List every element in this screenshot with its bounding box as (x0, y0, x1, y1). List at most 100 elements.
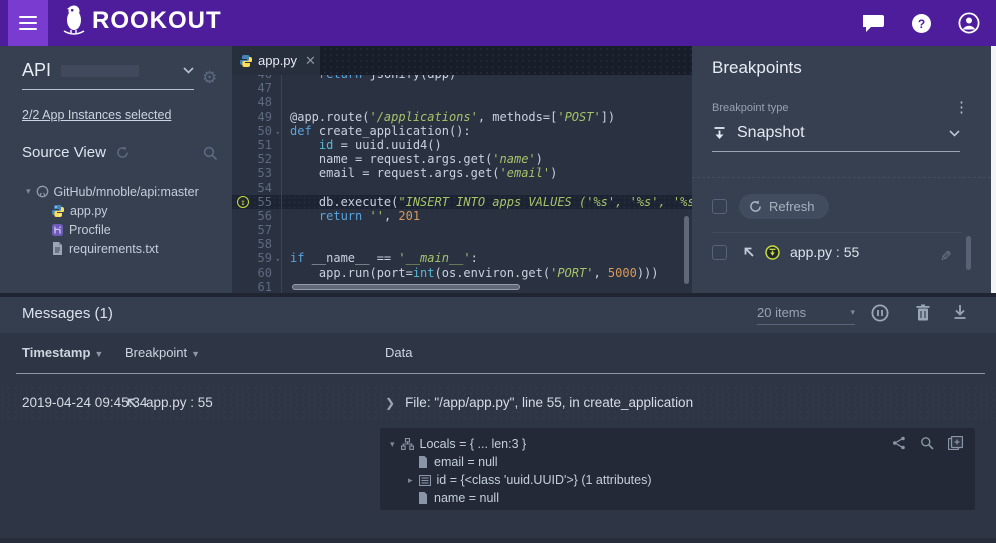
rookout-bird-icon (62, 4, 86, 38)
kebab-menu-icon[interactable]: ⋮ (954, 98, 969, 116)
code-text: db.execute("INSERT INTO apps VALUES ('%s… (282, 195, 692, 209)
sync-icon[interactable] (116, 146, 129, 159)
line-number: 51 (258, 138, 272, 152)
tree-file-requirements[interactable]: requirements.txt (0, 239, 232, 258)
locals-var-row-expandable[interactable]: ▸ id = {<class 'uuid.UUID'>} (1 attribut… (390, 471, 965, 489)
select-placeholder-shimmer (61, 65, 139, 77)
editor-tab-app-py[interactable]: app.py ✕ (232, 46, 320, 75)
horizontal-scrollbar[interactable] (292, 284, 520, 290)
gutter-line-52[interactable]: 52 (232, 152, 282, 166)
code-line-54[interactable]: 54 (232, 181, 692, 195)
arrow-up-left-icon (743, 246, 755, 258)
locals-var-row[interactable]: name = null (390, 489, 965, 507)
breakpoint-type-select[interactable]: Snapshot (712, 124, 960, 152)
tree-repo-node[interactable]: ▾ GitHub/mnoble/api:master (0, 182, 232, 201)
gutter-line-58[interactable]: 58 (232, 237, 282, 251)
gutter-line-61[interactable]: 61 (232, 280, 282, 293)
close-icon[interactable]: ✕ (305, 53, 316, 69)
code-area[interactable]: 46 return jsonify(app)474849@app.route('… (232, 75, 692, 293)
gutter-line-47[interactable]: 47 (232, 81, 282, 95)
trash-icon[interactable] (915, 304, 931, 322)
code-line-56[interactable]: 56 return '', 201 (232, 209, 692, 223)
top-navigation-bar: ROOKOUT ? (0, 0, 996, 46)
tree-file-procfile[interactable]: Procfile (0, 220, 232, 239)
caret-down-icon[interactable]: ▾ (390, 439, 395, 450)
tree-file-app-py[interactable]: app.py (0, 201, 232, 220)
add-to-workspace-icon[interactable] (948, 436, 963, 450)
code-line-59[interactable]: 59▾if __name__ == '__main__': (232, 251, 692, 265)
python-icon (52, 205, 64, 217)
code-text (282, 81, 290, 95)
breakpoints-scrollbar[interactable] (966, 236, 971, 270)
vertical-scrollbar[interactable] (684, 216, 689, 284)
gutter-line-56[interactable]: 56 (232, 209, 282, 223)
data-cell[interactable]: ❯File: "/app/app.py", line 55, in create… (385, 395, 693, 410)
application-select-value: API (22, 60, 51, 81)
messages-title: Messages (1) (22, 305, 113, 322)
code-line-60[interactable]: 60 app.run(port=int(os.environ.get('PORT… (232, 266, 692, 280)
gutter-line-57[interactable]: 57 (232, 223, 282, 237)
hamburger-menu-button[interactable] (8, 0, 48, 46)
share-icon[interactable] (892, 436, 906, 450)
code-line-48[interactable]: 48 (232, 95, 692, 109)
code-line-50[interactable]: 50▾def create_application(): (232, 124, 692, 138)
search-icon[interactable] (920, 436, 934, 450)
help-icon[interactable]: ? (911, 13, 932, 34)
pause-icon[interactable] (871, 304, 889, 322)
page-size-value: 20 items (757, 305, 806, 320)
code-line-55[interactable]: ↧ 55 db.execute("INSERT INTO apps VALUES … (232, 195, 692, 209)
refresh-button[interactable]: Refresh (739, 194, 829, 219)
gutter-line-55[interactable]: ↧ 55 (232, 195, 282, 209)
caret-right-icon[interactable]: ▸ (408, 475, 413, 486)
locals-var-row[interactable]: email = null (390, 453, 965, 471)
locals-label: Locals = { ... len:3 } (420, 437, 527, 451)
code-line-49[interactable]: 49@app.route('/applications', methods=['… (232, 110, 692, 124)
code-line-57[interactable]: 57 (232, 223, 692, 237)
gutter-line-59[interactable]: 59▾ (232, 251, 282, 265)
gear-icon[interactable]: ⚙ (202, 68, 217, 88)
select-all-checkbox[interactable] (712, 199, 727, 214)
gutter-line-60[interactable]: 60 (232, 266, 282, 280)
application-select[interactable]: API (22, 60, 194, 90)
bottom-edge-strip (0, 538, 996, 543)
code-text (282, 223, 290, 237)
column-data[interactable]: Data (385, 345, 412, 360)
breakpoints-panel: Breakpoints ⋮ Breakpoint type Snapshot R… (692, 46, 991, 293)
gutter-line-53[interactable]: 53 (232, 166, 282, 180)
code-line-58[interactable]: 58 (232, 237, 692, 251)
breakpoint-type-value: Snapshot (737, 124, 805, 142)
gutter-line-48[interactable]: 48 (232, 95, 282, 109)
app-instances-link[interactable]: 2/2 App Instances selected (22, 108, 171, 122)
code-line-53[interactable]: 53 email = request.args.get('email') (232, 166, 692, 180)
gutter-line-50[interactable]: 50▾ (232, 124, 282, 138)
search-icon[interactable] (203, 146, 218, 161)
gutter-line-49[interactable]: 49 (232, 110, 282, 124)
code-line-51[interactable]: 51 id = uuid.uuid4() (232, 138, 692, 152)
divider (692, 177, 991, 178)
gutter-line-51[interactable]: 51 (232, 138, 282, 152)
code-text: return '', 201 (282, 209, 420, 223)
chat-icon[interactable] (863, 13, 885, 33)
expand-chevron-icon[interactable]: ❯ (385, 396, 395, 410)
column-breakpoint[interactable]: Breakpoint▼ (125, 345, 200, 360)
code-line-52[interactable]: 52 name = request.args.get('name') (232, 152, 692, 166)
line-number: 55 (258, 195, 272, 209)
gutter-line-54[interactable]: 54 (232, 181, 282, 195)
snapshot-breakpoint-icon[interactable]: ↧ (237, 196, 249, 208)
edit-pencil-icon[interactable]: ✎ (940, 248, 952, 265)
code-line-47[interactable]: 47 (232, 81, 692, 95)
column-timestamp[interactable]: Timestamp▼ (22, 345, 103, 360)
message-table-row[interactable]: 2019-04-24 09:45:34 app.py : 55 ❯File: "… (0, 385, 996, 421)
line-number: 53 (258, 166, 272, 180)
page-size-select[interactable]: 20 items ▾ (757, 305, 855, 325)
user-avatar-icon[interactable] (958, 12, 980, 34)
source-file-tree: ▾ GitHub/mnoble/api:master app.py Procfi… (0, 182, 232, 258)
download-icon[interactable] (952, 304, 968, 321)
locals-root-row[interactable]: ▾ Locals = { ... len:3 } (390, 435, 965, 453)
line-number: 57 (258, 223, 272, 237)
sort-arrow-icon: ▼ (94, 349, 103, 359)
code-editor: app.py ✕ 46 return jsonify(app)474849@ap… (232, 46, 692, 293)
breakpoint-checkbox[interactable] (712, 245, 727, 260)
line-number: 49 (258, 110, 272, 124)
rookout-logo: ROOKOUT (62, 4, 222, 38)
